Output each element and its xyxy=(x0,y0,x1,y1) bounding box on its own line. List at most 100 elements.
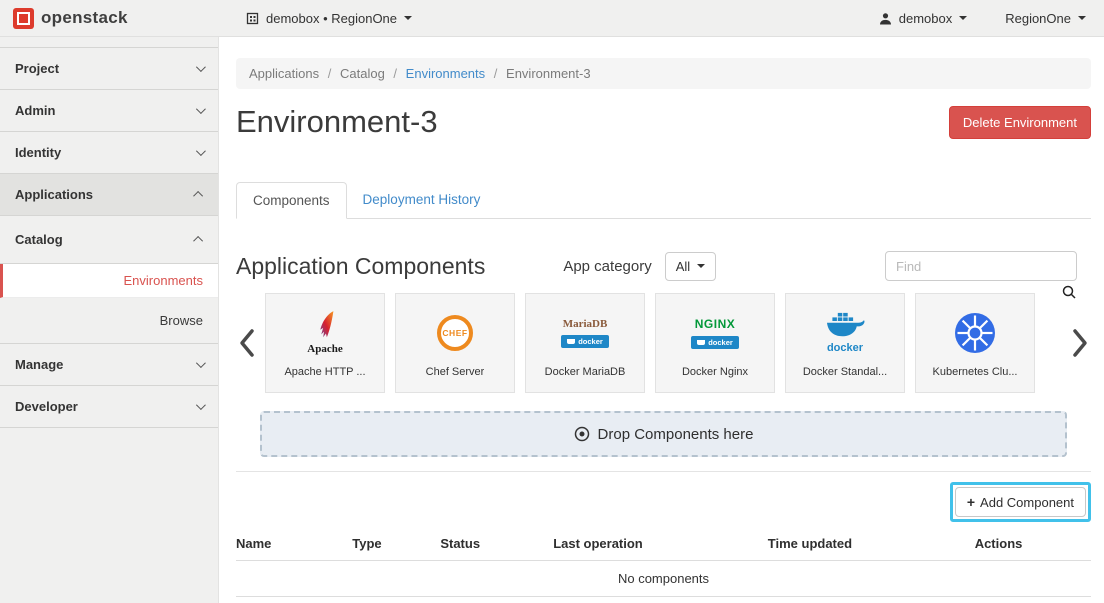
sidebar-item-label: Applications xyxy=(15,187,93,202)
docker-logo-icon: docker xyxy=(823,308,867,358)
sidebar: Project Admin Identity Applications Cata… xyxy=(0,37,219,603)
component-card-label: Docker Standal... xyxy=(803,366,887,378)
component-card-apache-http[interactable]: Apache Apache HTTP ... xyxy=(265,293,385,393)
mariadb-docker-logo-icon: MariaDB docker xyxy=(561,308,609,358)
search-icon[interactable] xyxy=(1062,285,1076,299)
sidebar-item-identity[interactable]: Identity xyxy=(0,132,218,174)
component-card-label: Apache HTTP ... xyxy=(284,366,365,378)
sidebar-item-manage[interactable]: Manage xyxy=(0,344,218,386)
component-card-label: Chef Server xyxy=(426,366,485,378)
whale-icon xyxy=(697,340,705,345)
find-input[interactable] xyxy=(885,251,1077,281)
component-card-label: Kubernetes Clu... xyxy=(933,366,1018,378)
horizon-dashboard: openstack demobox • RegionOne demobox Re… xyxy=(0,0,1104,603)
project-icon xyxy=(246,12,259,25)
add-component-button[interactable]: + Add Component xyxy=(955,487,1086,517)
sidebar-nav: Project Admin Identity Applications Cata… xyxy=(0,47,218,428)
chevron-down-icon xyxy=(196,400,206,410)
caret-down-icon xyxy=(697,264,705,268)
add-component-label: Add Component xyxy=(980,495,1074,510)
component-card-chef-server[interactable]: CHEF Chef Server xyxy=(395,293,515,393)
component-card-docker-mariadb[interactable]: MariaDB docker Docker MariaDB xyxy=(525,293,645,393)
breadcrumb-separator: / xyxy=(494,66,498,81)
sidebar-item-applications[interactable]: Applications xyxy=(0,174,218,216)
breadcrumb-separator: / xyxy=(393,66,397,81)
chevron-down-icon xyxy=(196,358,206,368)
highlight-box: + Add Component xyxy=(950,482,1091,522)
tab-deployment-history[interactable]: Deployment History xyxy=(347,182,497,219)
column-header-type: Type xyxy=(352,526,440,561)
sidebar-item-label: Admin xyxy=(15,103,55,118)
user-label: demobox xyxy=(899,11,952,26)
top-bar: openstack demobox • RegionOne demobox Re… xyxy=(0,0,1104,37)
docker-badge-label: docker xyxy=(708,338,733,347)
topbar-right: demobox RegionOne xyxy=(879,11,1104,26)
component-card-label: Docker Nginx xyxy=(682,366,748,378)
app-category-value: All xyxy=(676,259,690,274)
project-region-switcher[interactable]: demobox • RegionOne xyxy=(246,11,412,26)
components-table: Name Type Status Last operation Time upd… xyxy=(236,526,1091,597)
region-menu[interactable]: RegionOne xyxy=(1005,11,1086,26)
carousel-next-button[interactable] xyxy=(1069,293,1091,393)
sidebar-item-environments[interactable]: Environments xyxy=(0,264,218,298)
components-section-header: Application Components App category All xyxy=(236,251,1091,281)
component-cards: Apache Apache HTTP ... CHEF Chef Server … xyxy=(265,293,1062,393)
component-card-docker-standalone[interactable]: docker Docker Standal... xyxy=(785,293,905,393)
sidebar-item-project[interactable]: Project xyxy=(0,48,218,90)
column-header-last-operation: Last operation xyxy=(553,526,768,561)
sidebar-item-browse[interactable]: Browse xyxy=(0,298,218,344)
user-icon xyxy=(879,12,892,25)
chevron-up-icon xyxy=(193,236,203,246)
mariadb-wordmark: MariaDB xyxy=(563,318,608,330)
sidebar-item-label: Identity xyxy=(15,145,61,160)
app-category-dropdown[interactable]: All xyxy=(665,252,716,281)
components-carousel: Apache Apache HTTP ... CHEF Chef Server … xyxy=(236,293,1091,393)
table-header-row: Name Type Status Last operation Time upd… xyxy=(236,526,1091,561)
column-header-actions: Actions xyxy=(975,526,1091,561)
caret-down-icon xyxy=(404,16,412,20)
nginx-docker-logo-icon: NGINX docker xyxy=(691,308,739,358)
sidebar-item-label: Project xyxy=(15,61,59,76)
breadcrumb-environments-link[interactable]: Environments xyxy=(406,66,485,81)
sidebar-item-catalog[interactable]: Catalog xyxy=(0,216,218,264)
carousel-prev-button[interactable] xyxy=(236,293,258,393)
section-title: Application Components xyxy=(236,253,485,280)
chef-logo-icon: CHEF xyxy=(437,308,473,358)
breadcrumb-separator: / xyxy=(328,66,332,81)
sidebar-item-label: Environments xyxy=(124,273,203,288)
chevron-right-icon xyxy=(1071,328,1089,358)
sidebar-item-admin[interactable]: Admin xyxy=(0,90,218,132)
breadcrumb-applications: Applications xyxy=(249,66,319,81)
main-content: Applications / Catalog / Environments / … xyxy=(219,37,1104,603)
chevron-down-icon xyxy=(196,104,206,114)
sidebar-item-label: Catalog xyxy=(15,232,63,247)
kubernetes-logo-icon xyxy=(954,308,996,358)
section-divider xyxy=(236,471,1091,472)
user-menu[interactable]: demobox xyxy=(879,11,967,26)
component-card-label: Docker MariaDB xyxy=(545,366,626,378)
chevron-down-icon xyxy=(196,62,206,72)
sidebar-item-label: Manage xyxy=(15,357,63,372)
component-card-kubernetes[interactable]: Kubernetes Clu... xyxy=(915,293,1035,393)
component-card-docker-nginx[interactable]: NGINX docker Docker Nginx xyxy=(655,293,775,393)
chevron-up-icon xyxy=(193,191,203,201)
docker-wordmark: docker xyxy=(827,342,863,354)
chef-wordmark: CHEF xyxy=(442,328,467,338)
whale-icon xyxy=(567,339,575,344)
column-header-name: Name xyxy=(236,526,352,561)
column-header-status: Status xyxy=(440,526,553,561)
chevron-down-icon xyxy=(196,146,206,156)
caret-down-icon xyxy=(1078,16,1086,20)
tab-components[interactable]: Components xyxy=(236,182,347,219)
empty-message: No components xyxy=(236,561,1091,597)
openstack-logo-icon xyxy=(13,8,34,29)
delete-environment-button[interactable]: Delete Environment xyxy=(949,106,1091,139)
docker-badge-label: docker xyxy=(578,337,603,346)
drop-components-zone[interactable]: Drop Components here xyxy=(260,411,1067,457)
region-label: RegionOne xyxy=(1005,11,1071,26)
openstack-brand[interactable]: openstack xyxy=(0,8,219,29)
page-title: Environment-3 xyxy=(236,104,438,140)
caret-down-icon xyxy=(959,16,967,20)
sidebar-item-developer[interactable]: Developer xyxy=(0,386,218,428)
add-component-row: + Add Component xyxy=(236,482,1091,522)
